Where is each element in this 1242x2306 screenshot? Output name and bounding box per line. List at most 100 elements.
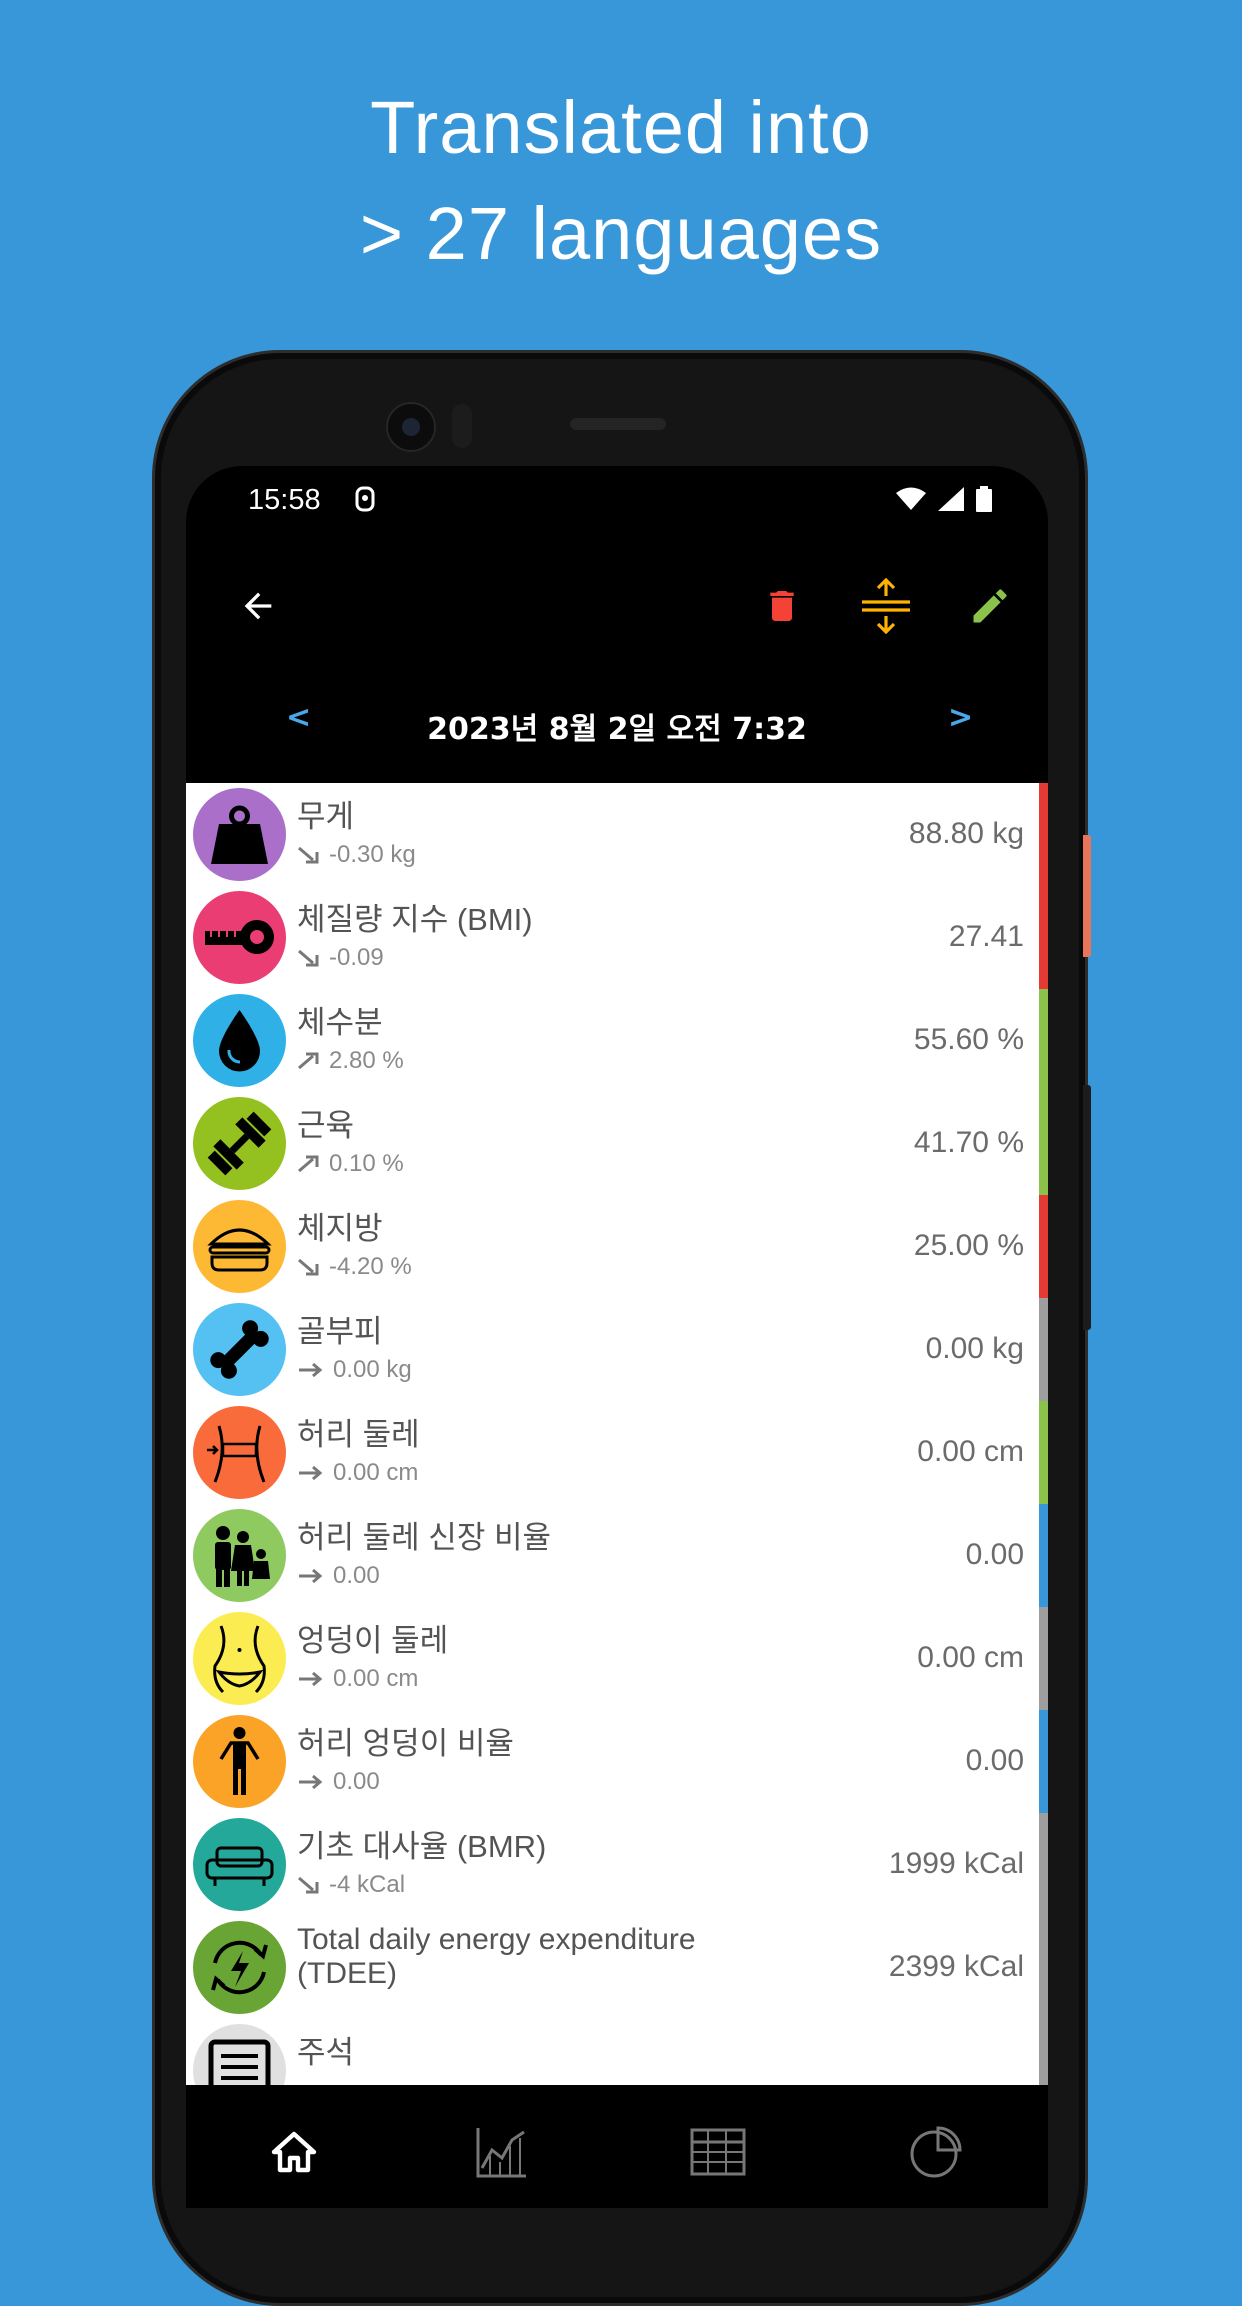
measurement-value: 88.80 kg <box>908 817 1024 850</box>
note-icon <box>193 2024 286 2085</box>
next-date-button[interactable]: > <box>948 700 973 735</box>
chart-icon <box>476 2128 526 2178</box>
measurement-row-waist-hip-ratio[interactable]: 허리 엉덩이 비율 0.00 0.00 <box>186 1710 1048 1813</box>
wifi-icon <box>896 487 926 515</box>
measurement-date[interactable]: 2023년 8월 2일 오전 7:32 <box>186 704 1048 748</box>
measurement-label: 기초 대사율 (BMR) <box>297 1829 547 1864</box>
measurement-value: 27.41 <box>948 920 1024 953</box>
measurement-row-tdee[interactable]: Total daily energy expenditure (TDEE) 23… <box>186 1916 1048 2019</box>
measurement-label: 골부피 <box>297 1314 383 1349</box>
delta-text: 0.10 % <box>329 1150 404 1177</box>
measurement-value: 0.00 kg <box>925 1332 1024 1365</box>
delta-text: 0.00 <box>333 1562 380 1589</box>
pencil-icon <box>973 589 1007 623</box>
front-camera <box>386 402 436 452</box>
status-bar-indicator <box>1039 1916 1048 2019</box>
measurement-list[interactable]: 무게 -0.30 kg 88.80 kg 체질량 지수 (BMI) -0.09 … <box>186 783 1048 2085</box>
measurement-delta: 0.00 <box>297 1768 380 1796</box>
status-bar-indicator <box>1039 1813 1048 1916</box>
status-bar-indicator <box>1039 886 1048 989</box>
measurement-row-water[interactable]: 체수분 2.80 % 55.60 % <box>186 989 1048 1092</box>
measurement-delta: 0.00 cm <box>297 1459 418 1487</box>
status-bar-indicator <box>1039 783 1048 886</box>
measurement-label: 주석 <box>297 2035 355 2070</box>
measurement-row-weight[interactable]: 무게 -0.30 kg 88.80 kg <box>186 783 1048 886</box>
headline-line-2: > 27 languages <box>359 192 883 275</box>
energy-cycle-icon <box>193 1921 286 2014</box>
measurement-delta: 2.80 % <box>297 1047 404 1075</box>
measurement-row-comment[interactable]: 주석 <box>186 2019 1048 2085</box>
back-button[interactable] <box>228 576 288 636</box>
delete-button[interactable] <box>752 576 812 636</box>
measurement-delta: 0.00 kg <box>297 1356 412 1384</box>
bone-icon <box>193 1303 286 1396</box>
burger-icon <box>193 1200 286 1293</box>
measurement-label: 엉덩이 둘레 <box>297 1623 449 1658</box>
tape-measure-icon <box>193 891 286 984</box>
status-bar-indicator <box>1039 1710 1048 1813</box>
measurement-delta: -4 kCal <box>297 1871 405 1899</box>
trend-down-icon <box>298 1876 319 1894</box>
measurement-row-muscle[interactable]: 근육 0.10 % 41.70 % <box>186 1092 1048 1195</box>
nav-graph[interactable] <box>470 2120 534 2184</box>
person-icon <box>193 1715 286 1808</box>
status-bar: 15:58 <box>186 466 1048 536</box>
measurement-value: 0.00 cm <box>917 1435 1024 1468</box>
trend-up-icon <box>298 1052 319 1070</box>
expand-vertical-icon <box>862 578 910 634</box>
water-drop-icon <box>193 994 286 1087</box>
delta-text: 0.00 cm <box>333 1459 419 1486</box>
nav-home[interactable] <box>262 2120 326 2184</box>
compare-button[interactable] <box>856 576 916 636</box>
measurement-row-waist-height-ratio[interactable]: 허리 둘레 신장 비율 0.00 0.00 <box>186 1504 1048 1607</box>
measurement-row-bmr[interactable]: 기초 대사율 (BMR) -4 kCal 1999 kCal <box>186 1813 1048 1916</box>
status-bar-indicator <box>1039 1607 1048 1710</box>
edit-button[interactable] <box>960 576 1020 636</box>
home-icon <box>271 2131 317 2173</box>
earpiece-speaker <box>570 418 666 430</box>
hips-icon <box>193 1612 286 1705</box>
measurement-value: 25.00 % <box>913 1229 1024 1262</box>
measurement-label: 무게 <box>297 799 355 834</box>
trend-flat-icon <box>299 1362 323 1378</box>
trend-down-icon <box>298 1258 319 1276</box>
trend-down-icon <box>298 949 319 967</box>
measurement-row-hips[interactable]: 엉덩이 둘레 0.00 cm 0.00 cm <box>186 1607 1048 1710</box>
measurement-row-waist[interactable]: 허리 둘레 0.00 cm 0.00 cm <box>186 1401 1048 1504</box>
trash-icon <box>770 591 794 621</box>
measurement-delta: -4.20 % <box>297 1253 412 1281</box>
nav-statistics[interactable] <box>904 2120 968 2184</box>
status-bar-indicator <box>1039 1504 1048 1607</box>
measurement-value: 0.00 <box>965 1744 1024 1777</box>
measurement-row-fat[interactable]: 체지방 -4.20 % 25.00 % <box>186 1195 1048 1298</box>
phone-screen: 15:58 < 2023년 8월 2일 오전 7:32 > 무게 -0.30 k… <box>186 466 1048 2208</box>
measurement-value: 1999 kCal <box>888 1847 1024 1880</box>
bottom-navigation <box>186 2096 1048 2208</box>
status-bar-indicator <box>1039 1401 1048 1504</box>
trend-flat-icon <box>299 1568 323 1584</box>
delta-text: 0.00 <box>333 1768 380 1795</box>
sofa-icon <box>193 1818 286 1911</box>
measurement-value: 0.00 cm <box>917 1641 1024 1674</box>
status-bar-indicator <box>1039 2019 1048 2085</box>
nav-table[interactable] <box>686 2120 750 2184</box>
waist-icon <box>193 1406 286 1499</box>
measurement-value: 41.70 % <box>913 1126 1024 1159</box>
status-bar-indicator <box>1039 1298 1048 1401</box>
delta-text: -0.30 kg <box>329 841 416 868</box>
measurement-row-bone[interactable]: 골부피 0.00 kg 0.00 kg <box>186 1298 1048 1401</box>
status-time: 15:58 <box>248 484 321 516</box>
measurement-row-bmi[interactable]: 체질량 지수 (BMI) -0.09 27.41 <box>186 886 1048 989</box>
pie-chart-icon <box>910 2126 962 2178</box>
status-bar-indicator <box>1039 989 1048 1092</box>
arrow-left-icon <box>244 592 272 620</box>
measurement-label: 허리 둘레 <box>297 1417 420 1452</box>
measurement-delta: -0.30 kg <box>297 841 416 869</box>
measurement-label: 근육 <box>297 1108 355 1143</box>
status-bar-indicator <box>1039 1092 1048 1195</box>
trend-flat-icon <box>299 1671 323 1687</box>
measurement-label: 체질량 지수 (BMI) <box>297 902 533 937</box>
measurement-label: 체수분 <box>297 1005 383 1040</box>
table-icon <box>690 2128 746 2176</box>
toolbar <box>186 546 1048 666</box>
